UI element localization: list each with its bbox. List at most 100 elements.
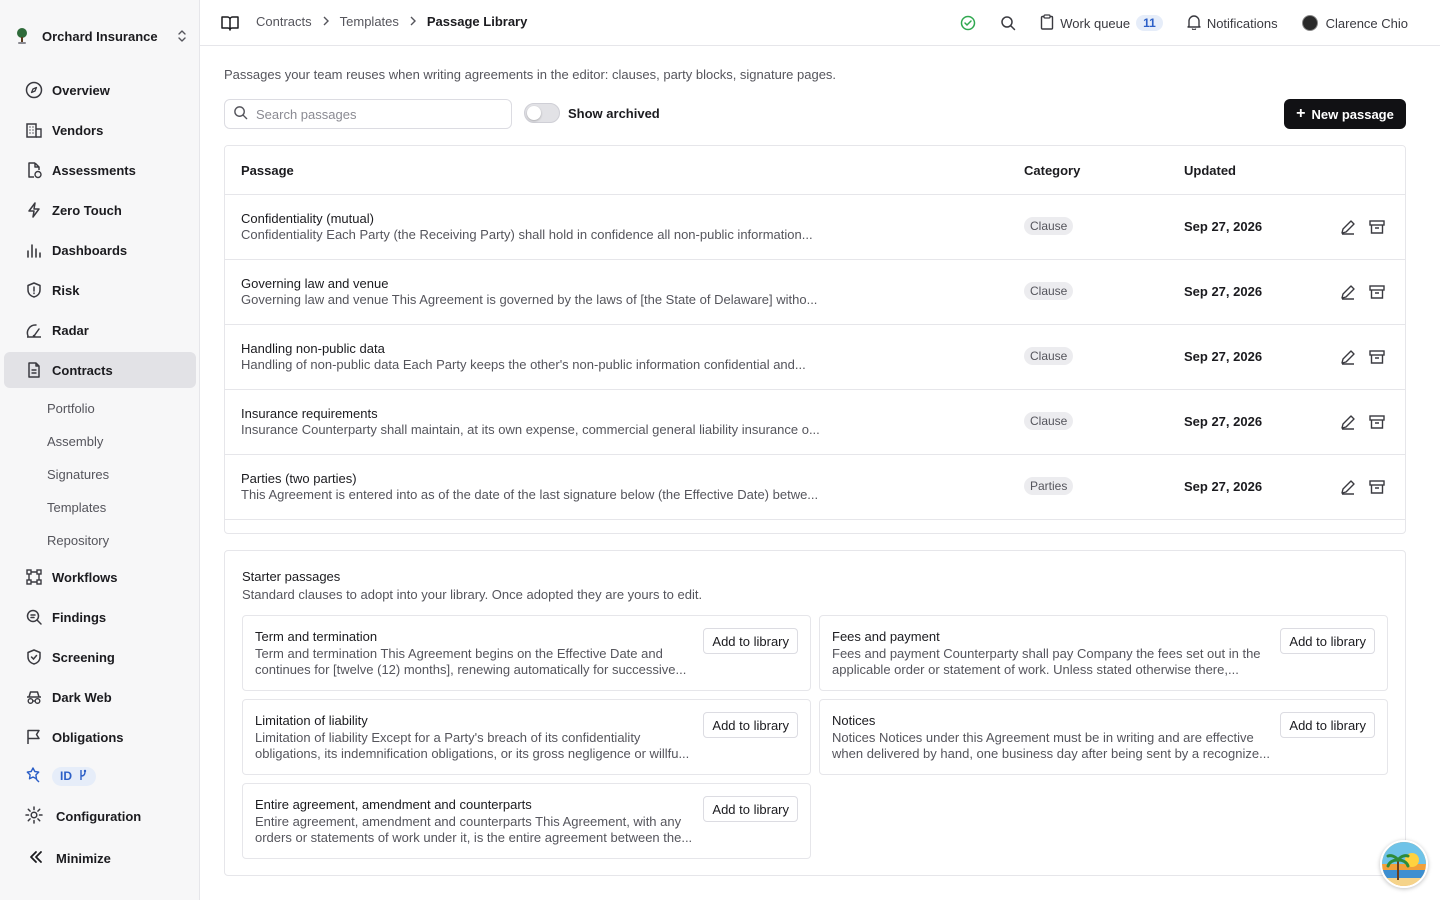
- starter-card: Limitation of liability Limitation of li…: [242, 699, 811, 775]
- org-name: Orchard Insurance: [42, 28, 158, 44]
- sidebar-subitem-portfolio[interactable]: Portfolio: [4, 392, 196, 425]
- search-icon[interactable]: [1000, 15, 1016, 31]
- identity-item[interactable]: ID: [24, 762, 96, 790]
- column-header-category[interactable]: Category: [1024, 163, 1080, 178]
- sidebar-item-assessments[interactable]: Assessments: [4, 152, 196, 188]
- starter-card-title: Notices: [832, 713, 876, 728]
- category-badge: Parties: [1024, 477, 1074, 495]
- starter-card: Entire agreement, amendment and counterp…: [242, 783, 811, 859]
- work-queue-label: Work queue: [1060, 15, 1131, 31]
- sidebar-item-screening[interactable]: Screening: [4, 639, 196, 675]
- chevron-right-icon: [409, 14, 417, 29]
- edit-icon[interactable]: [1339, 478, 1357, 496]
- sidebar-item-label: Configuration: [56, 808, 142, 824]
- chevron-updown-icon[interactable]: [174, 28, 190, 44]
- add-to-library-button[interactable]: Add to library: [1280, 712, 1375, 738]
- sidebar-item-label: Contracts: [52, 362, 113, 378]
- edit-icon[interactable]: [1339, 283, 1357, 301]
- sidebar-item-obligations[interactable]: Obligations: [4, 719, 196, 755]
- starter-card-body: Fees and payment Counterparty shall pay …: [832, 646, 1261, 677]
- category-badge: Clause: [1024, 217, 1074, 235]
- sidebar-item-label: Assessments: [52, 162, 136, 178]
- work-queue-button[interactable]: Work queue 11: [1040, 13, 1163, 33]
- incognito-icon: [24, 687, 44, 707]
- show-archived-toggle[interactable]: [524, 103, 560, 123]
- column-header-passage[interactable]: Passage: [241, 163, 294, 178]
- book-icon[interactable]: [220, 13, 240, 33]
- sidebar-item-contracts[interactable]: Contracts: [4, 352, 196, 388]
- sidebar-item-label: Findings: [52, 609, 107, 625]
- passage-title: Confidentiality (mutual): [241, 211, 374, 226]
- archive-icon[interactable]: [1368, 348, 1386, 366]
- starter-card-body: Limitation of liability Except for a Par…: [255, 730, 690, 761]
- table-row[interactable]: Confidentiality (mutual) Confidentiality…: [225, 195, 1405, 260]
- starter-title: Starter passages: [242, 569, 341, 584]
- workflow-icon: [24, 567, 44, 587]
- sidebar-item-label: Workflows: [52, 569, 118, 585]
- passage-snippet: This Agreement is entered into as of the…: [241, 487, 819, 502]
- sidebar-item-workflows[interactable]: Workflows: [4, 559, 196, 595]
- work-queue-count-badge: 11: [1136, 15, 1163, 31]
- table-row[interactable]: Insurance requirements Insurance Counter…: [225, 390, 1405, 455]
- add-to-library-button[interactable]: Add to library: [703, 796, 798, 822]
- archive-icon[interactable]: [1368, 283, 1386, 301]
- edit-icon[interactable]: [1339, 348, 1357, 366]
- breadcrumb-templates[interactable]: Templates: [340, 14, 399, 29]
- id-badge: ID: [52, 766, 96, 786]
- plus-icon: +: [1296, 105, 1306, 122]
- sidebar-subitem-signatures[interactable]: Signatures: [4, 458, 196, 491]
- page-description: Passages your team reuses when writing a…: [224, 67, 837, 82]
- sidebar-item-findings[interactable]: Findings: [4, 599, 196, 635]
- minimize-button[interactable]: Minimize: [28, 844, 111, 872]
- clipboard-icon: [1040, 13, 1054, 33]
- sidebar-item-label: Vendors: [52, 122, 104, 138]
- toggle-knob: [527, 106, 541, 120]
- updated-date: Sep 27, 2026: [1184, 284, 1263, 299]
- add-to-library-button[interactable]: Add to library: [1280, 628, 1375, 654]
- show-archived-label: Show archived: [568, 105, 660, 121]
- bar-chart-icon: [24, 240, 44, 260]
- passage-snippet: Governing law and venue This Agreement i…: [241, 292, 818, 307]
- passages-table: Passage Category Updated Confidentiality…: [224, 145, 1406, 534]
- file-check-icon: [24, 160, 44, 180]
- sidebar-item-configuration[interactable]: Configuration: [24, 802, 141, 830]
- archive-icon[interactable]: [1368, 413, 1386, 431]
- sidebar-item-dashboards[interactable]: Dashboards: [4, 232, 196, 268]
- sidebar-subitem-templates[interactable]: Templates: [4, 491, 196, 524]
- sidebar-item-label: Risk: [52, 282, 80, 298]
- add-to-library-button[interactable]: Add to library: [703, 712, 798, 738]
- table-row[interactable]: Governing law and venue Governing law an…: [225, 260, 1405, 325]
- add-to-library-button[interactable]: Add to library: [703, 628, 798, 654]
- archive-icon[interactable]: [1368, 478, 1386, 496]
- archive-icon[interactable]: [1368, 218, 1386, 236]
- minimize-label: Minimize: [56, 850, 111, 866]
- sidebar-item-vendors[interactable]: Vendors: [4, 112, 196, 148]
- sidebar-item-zero-touch[interactable]: Zero Touch: [4, 192, 196, 228]
- sidebar-subitem-repository[interactable]: Repository: [4, 524, 196, 557]
- table-row[interactable]: Parties (two parties) This Agreement is …: [225, 455, 1405, 520]
- column-header-updated[interactable]: Updated: [1184, 163, 1236, 178]
- bolt-icon: [24, 200, 44, 220]
- compass-icon: [24, 80, 44, 100]
- passage-snippet: Confidentiality Each Party (the Receivin…: [241, 227, 813, 242]
- new-passage-button[interactable]: + New passage: [1284, 99, 1406, 129]
- table-row[interactable]: Handling non-public data Handling of non…: [225, 325, 1405, 390]
- org-switcher[interactable]: Orchard Insurance: [12, 22, 190, 50]
- edit-icon[interactable]: [1339, 413, 1357, 431]
- sidebar-item-dark-web[interactable]: Dark Web: [4, 679, 196, 715]
- assistant-launcher-icon[interactable]: [1380, 840, 1428, 888]
- notifications-button[interactable]: Notifications: [1187, 14, 1278, 33]
- user-menu[interactable]: Clarence Chio: [1301, 15, 1408, 31]
- sidebar-subitem-assembly[interactable]: Assembly: [4, 425, 196, 458]
- sidebar-item-risk[interactable]: Risk: [4, 272, 196, 308]
- sidebar-item-radar[interactable]: Radar: [4, 312, 196, 348]
- breadcrumb-contracts[interactable]: Contracts: [256, 14, 312, 29]
- starter-card-body: Notices Notices under this Agreement mus…: [832, 730, 1270, 761]
- sidebar-item-label: Radar: [52, 322, 89, 338]
- status-ok-icon[interactable]: [960, 15, 976, 31]
- avatar: [1301, 15, 1318, 31]
- sidebar-item-overview[interactable]: Overview: [4, 72, 196, 108]
- search-input[interactable]: [256, 106, 496, 122]
- edit-icon[interactable]: [1339, 218, 1357, 236]
- breadcrumb-current: Passage Library: [426, 14, 528, 29]
